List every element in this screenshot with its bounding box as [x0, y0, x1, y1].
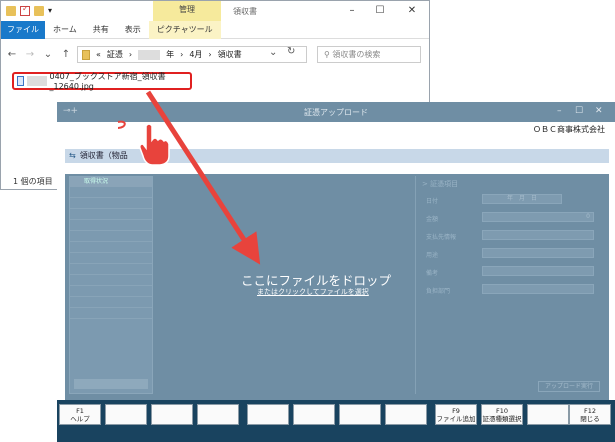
new-folder-icon[interactable] [34, 6, 44, 16]
date-field: 年 月 日 [482, 194, 562, 204]
close-button[interactable]: ✕ [405, 4, 419, 18]
breadcrumb-separator: › [180, 50, 184, 59]
app-body: ⇆ 領収書（物品 取得状況 > 証憑項目 日付 年 月 日 金額 0 支払先情報 … [57, 138, 615, 400]
explorer-titlebar: ▾ 管理 領収書 – ☐ ✕ [1, 1, 429, 21]
field-label-purpose: 用途 [426, 252, 439, 259]
switch-arrows-icon[interactable]: ⇆ [69, 151, 76, 160]
tab-share[interactable]: 共有 [85, 21, 117, 39]
fkey-button[interactable] [197, 404, 239, 425]
field-label-department: 負担部門 [426, 288, 451, 295]
file-list-panel: 取得状況 [69, 176, 153, 394]
document-type-label: 領収書（物品 [79, 151, 128, 160]
field-label-amount: 金額 [426, 216, 439, 223]
app-title: 証憑アップロード [304, 108, 368, 117]
amount-field: 0 [482, 212, 594, 222]
file-list-header: 取得状況 [70, 177, 152, 187]
address-row: ← → ⌄ ↑ « 証憑 › 年 › 4月 › 領収書 ⌄ ↻ ⚲ 領収書の検索 [1, 43, 429, 65]
f9-add-file-button[interactable]: F9 ファイル追加 [435, 404, 477, 425]
refresh-icon[interactable]: ↻ [287, 46, 295, 57]
field-label-payee: 支払先情報 [426, 234, 457, 241]
breadcrumb-item[interactable]: 領収書 [218, 49, 242, 60]
list-action-button [74, 379, 148, 389]
department-field [482, 284, 594, 294]
file-name: 0407_ブックストア新宿_領収書_12640.jpg [49, 72, 166, 91]
folder-icon[interactable] [6, 6, 16, 16]
fkey-button[interactable] [247, 404, 289, 425]
breadcrumb-item[interactable]: 証憑 [107, 49, 123, 60]
function-key-bar: F1 ヘルプ F9 ファイル追加 F10 証憑種類選択 F12 閉じる [57, 400, 615, 428]
quick-access-toolbar: ▾ [6, 4, 56, 16]
tab-picture-tools[interactable]: ピクチャツール [148, 20, 221, 39]
properties-icon[interactable] [20, 4, 30, 16]
fkey-button[interactable] [385, 404, 427, 425]
maximize-button[interactable]: ☐ [575, 106, 583, 116]
chevron-down-icon[interactable]: ⌄ [269, 47, 277, 58]
back-arrow-icon[interactable]: ← [5, 49, 19, 60]
fkey-button[interactable] [105, 404, 147, 425]
note-field [482, 266, 594, 276]
item-count: 1 個の項目 [13, 177, 53, 186]
image-file-icon [17, 76, 25, 86]
document-fields-panel: > 証憑項目 日付 年 月 日 金額 0 支払先情報 用途 備考 負担部門 アッ… [415, 176, 605, 394]
fkey-button[interactable] [293, 404, 335, 425]
f1-help-button[interactable]: F1 ヘルプ [59, 404, 101, 425]
redacted-block [138, 49, 161, 60]
chevron-down-icon[interactable]: ▾ [48, 6, 56, 16]
breadcrumb-item[interactable]: 年 [166, 49, 174, 60]
window-title: 領収書 [233, 7, 257, 16]
breadcrumb-separator: › [128, 50, 133, 59]
ribbon-tabs: ファイル ホーム 共有 表示 ピクチャツール [1, 20, 429, 39]
fkey-button[interactable] [339, 404, 381, 425]
payee-field [482, 230, 594, 240]
fkey-button[interactable] [151, 404, 193, 425]
hand-cursor-icon [139, 123, 170, 166]
field-label-note: 備考 [426, 270, 439, 277]
upload-execute-button: アップロード実行 [538, 381, 600, 392]
tab-file[interactable]: ファイル [1, 20, 45, 39]
select-file-link[interactable]: またはクリックしてファイルを選択 [257, 287, 369, 297]
tab-home[interactable]: ホーム [45, 21, 85, 39]
search-input[interactable]: ⚲ 領収書の検索 [317, 46, 421, 63]
file-item[interactable]: 0407_ブックストア新宿_領収書_12640.jpg [12, 72, 192, 91]
fkey-button[interactable] [527, 404, 569, 425]
fields-title: > 証憑項目 [422, 180, 459, 188]
minimize-button[interactable]: – [345, 4, 359, 18]
field-label-date: 日付 [426, 198, 439, 205]
app-titlebar: ⊸+ 証憑アップロード – ☐ ✕ [57, 102, 615, 122]
folder-icon [82, 49, 90, 60]
tab-view[interactable]: 表示 [117, 21, 149, 39]
maximize-button[interactable]: ☐ [373, 4, 387, 18]
minimize-button[interactable]: – [557, 106, 562, 116]
chevron-down-icon[interactable]: ⌄ [41, 49, 55, 60]
breadcrumb-separator: › [208, 50, 212, 59]
purpose-field [482, 248, 594, 258]
f12-close-button[interactable]: F12 閉じる [569, 404, 611, 425]
breadcrumb-item[interactable]: 4月 [189, 49, 202, 60]
redacted-block [27, 76, 47, 86]
up-arrow-icon[interactable]: ↑ [59, 49, 73, 60]
tab-manage[interactable]: 管理 [153, 1, 221, 21]
search-placeholder: 領収書の検索 [332, 50, 381, 59]
f10-select-type-button[interactable]: F10 証憑種類選択 [481, 404, 523, 425]
breadcrumb-overflow[interactable]: « [96, 50, 101, 59]
close-button[interactable]: ✕ [595, 106, 603, 116]
drop-zone[interactable]: 取得状況 > 証憑項目 日付 年 月 日 金額 0 支払先情報 用途 備考 負担… [65, 174, 609, 400]
forward-arrow-icon[interactable]: → [23, 49, 37, 60]
